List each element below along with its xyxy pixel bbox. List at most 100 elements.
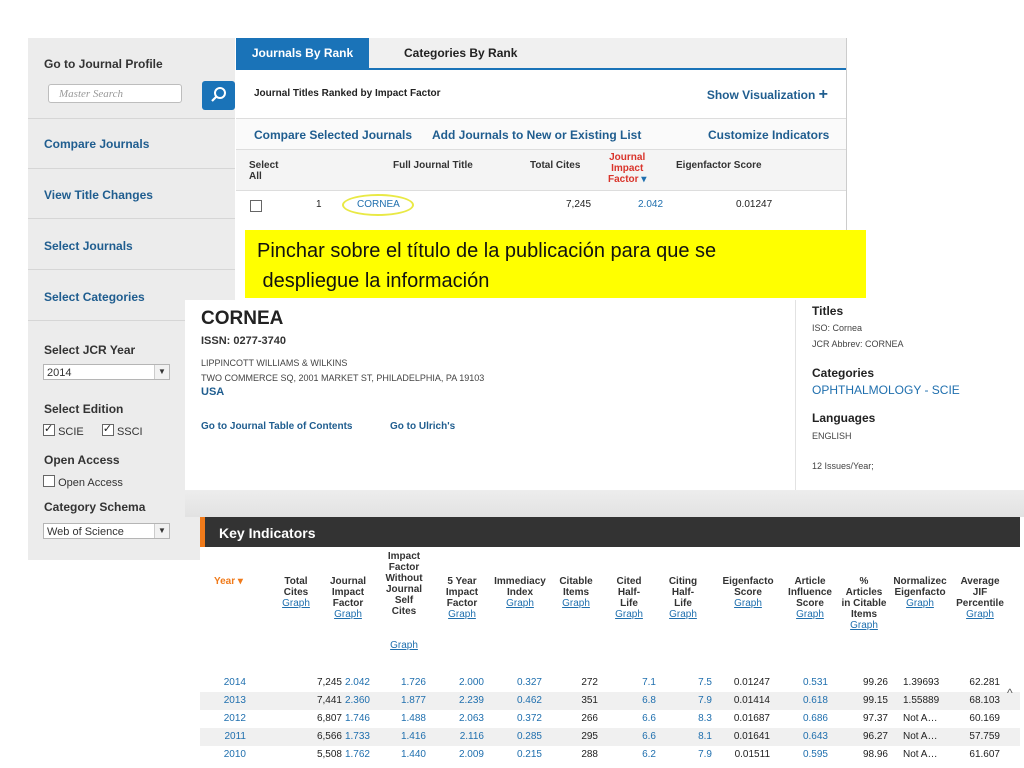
- compare-journals-block[interactable]: Compare Journals: [28, 118, 235, 169]
- scie-checkbox[interactable]: [43, 422, 55, 436]
- graph-link[interactable]: Graph: [892, 598, 948, 609]
- compare-journals-link[interactable]: Compare Journals: [44, 137, 149, 151]
- graph-link[interactable]: Graph: [492, 598, 548, 609]
- indicator-cell: 6,807: [316, 713, 342, 724]
- indicator-cell: 2013: [223, 695, 246, 706]
- indicator-column-header[interactable]: Citable Items Graph: [552, 576, 600, 609]
- indicator-cell: 2.042: [344, 677, 370, 688]
- column-header-line: Average: [960, 576, 1000, 587]
- row-checkbox[interactable]: [250, 200, 262, 212]
- indicator-cell: 2.239: [458, 695, 484, 706]
- categories-heading: Categories: [812, 366, 875, 380]
- indicator-cell: 0.327: [516, 677, 542, 688]
- indicator-cell: 0.372: [516, 713, 542, 724]
- indicator-cell: 2010: [223, 749, 246, 760]
- indicator-column-header[interactable]: Total Cites Graph: [272, 576, 320, 609]
- indicator-cell: 0.215: [516, 749, 542, 760]
- indicator-column-header[interactable]: Article Influence Score Graph: [782, 576, 838, 620]
- graph-link[interactable]: Graph: [324, 609, 372, 620]
- graph-link[interactable]: Graph: [662, 609, 704, 620]
- indicator-cell: 2.116: [459, 731, 484, 742]
- banner-line-1: Pinchar sobre el título de la publicació…: [257, 240, 717, 262]
- open-access-checkbox[interactable]: [43, 475, 55, 487]
- column-header-line: Journal: [385, 584, 423, 595]
- profile-search-block: Go to Journal Profile Master Search: [28, 38, 235, 119]
- category-link[interactable]: OPHTHALMOLOGY - SCIE: [812, 383, 960, 397]
- graph-link[interactable]: Graph: [552, 598, 600, 609]
- graph-link[interactable]: Graph: [382, 640, 426, 651]
- indicator-column-header[interactable]: Cited Half- Life Graph: [608, 576, 650, 620]
- journal-title-link[interactable]: CORNEA: [357, 199, 400, 210]
- indicator-cell: 98.96: [862, 749, 888, 760]
- graph-link[interactable]: Graph: [720, 598, 776, 609]
- indicator-cell: 8.3: [698, 713, 712, 724]
- column-header-line: Year ▾: [214, 576, 243, 587]
- indicator-column-header[interactable]: Citing Half- Life Graph: [662, 576, 704, 620]
- indicator-column-header[interactable]: 5 Year Impact Factor Graph: [438, 576, 486, 620]
- graph-link[interactable]: Graph: [840, 620, 888, 631]
- column-header-line: %: [859, 576, 869, 587]
- all-label: All: [249, 171, 262, 182]
- indicator-cell: 6.2: [642, 749, 656, 760]
- ssci-checkbox[interactable]: [101, 422, 114, 436]
- column-header-line: Life: [674, 598, 692, 609]
- plus-icon: +: [818, 86, 828, 103]
- ranked-table-header: Select All Full Journal Title Total Cites…: [236, 150, 846, 191]
- select-journals-block[interactable]: Select Journals: [28, 219, 235, 270]
- search-button[interactable]: [202, 81, 235, 110]
- indicator-column-header[interactable]: % Articles in Citable Items Graph: [840, 576, 888, 631]
- graph-link[interactable]: Graph: [782, 609, 838, 620]
- edition-label: Select Edition: [44, 402, 124, 416]
- indicator-cell: 0.01414: [733, 695, 770, 706]
- graph-link[interactable]: Graph: [272, 598, 320, 609]
- table-of-contents-link[interactable]: Go to Journal Table of Contents: [201, 421, 352, 432]
- graph-link[interactable]: Graph: [608, 609, 650, 620]
- jif-column-header[interactable]: Journal Impact Factor ▾: [608, 152, 646, 185]
- indicator-cell: 2014: [223, 677, 246, 688]
- ulrichs-link[interactable]: Go to Ulrich's: [390, 421, 455, 432]
- select-all-header[interactable]: Select All: [249, 160, 278, 182]
- indicator-column-header[interactable]: Normalizec Eigenfacto Graph: [892, 576, 948, 609]
- view-title-changes-link[interactable]: View Title Changes: [44, 188, 153, 202]
- indicator-cell: 272: [581, 677, 598, 688]
- column-header-line: Impact: [387, 551, 421, 562]
- indicator-column-header[interactable]: Impact Factor Without Journal Self Cites Graph: [382, 551, 426, 651]
- jcr-year-select[interactable]: 2014 ▼: [43, 364, 170, 380]
- indicator-column-header[interactable]: Average JIF Percentile Graph: [952, 576, 1008, 620]
- select-journals-link[interactable]: Select Journals: [44, 239, 133, 253]
- customize-indicators-link[interactable]: Customize Indicators: [708, 128, 829, 142]
- eigenfactor-column-header[interactable]: Eigenfactor Score: [676, 160, 762, 171]
- column-header-line: Factor: [446, 598, 478, 609]
- tab-journals-by-rank[interactable]: Journals By Rank: [236, 38, 369, 68]
- graph-link[interactable]: Graph: [438, 609, 486, 620]
- indicator-column-header[interactable]: Journal Impact Factor Graph: [324, 576, 372, 620]
- indicator-column-header[interactable]: Year ▾: [214, 576, 258, 587]
- cites-column-header[interactable]: Total Cites: [530, 160, 580, 171]
- column-header-line: Items: [562, 587, 590, 598]
- indicator-cell: 0.643: [802, 731, 828, 742]
- tab-categories-by-rank[interactable]: Categories By Rank: [404, 38, 517, 68]
- row-jif[interactable]: 2.042: [638, 199, 663, 210]
- title-column-header[interactable]: Full Journal Title: [393, 160, 473, 171]
- graph-link[interactable]: Graph: [952, 609, 1008, 620]
- category-schema-value: Web of Science: [47, 526, 124, 538]
- column-header-line: Cited: [616, 576, 642, 587]
- master-search-input[interactable]: Master Search: [48, 84, 182, 103]
- journal-title: CORNEA: [201, 308, 284, 329]
- indicator-column-header[interactable]: Immediacy Index Graph: [492, 576, 548, 609]
- title-changes-block[interactable]: View Title Changes !: [28, 168, 235, 330]
- column-header-line: Score: [734, 587, 762, 598]
- indicator-cell: 0.01247: [733, 677, 770, 688]
- jcr-year-label: Select JCR Year: [44, 343, 136, 357]
- scroll-up-icon[interactable]: ^: [1007, 686, 1013, 700]
- show-visualization-link[interactable]: Show Visualization +: [707, 86, 828, 104]
- indicator-column-header[interactable]: Eigenfacto Score Graph: [720, 576, 776, 609]
- indicator-cell: 7.1: [642, 677, 656, 688]
- indicator-cell: 1.39693: [903, 677, 940, 688]
- ranked-panel: Journals By Rank Categories By Rank Jour…: [236, 38, 847, 238]
- category-schema-select[interactable]: Web of Science ▼: [43, 523, 170, 539]
- add-to-list-link[interactable]: Add Journals to New or Existing List: [432, 128, 641, 142]
- select-categories-link[interactable]: Select Categories: [44, 290, 145, 304]
- compare-selected-link[interactable]: Compare Selected Journals: [254, 128, 412, 142]
- indicator-cell: 266: [581, 713, 598, 724]
